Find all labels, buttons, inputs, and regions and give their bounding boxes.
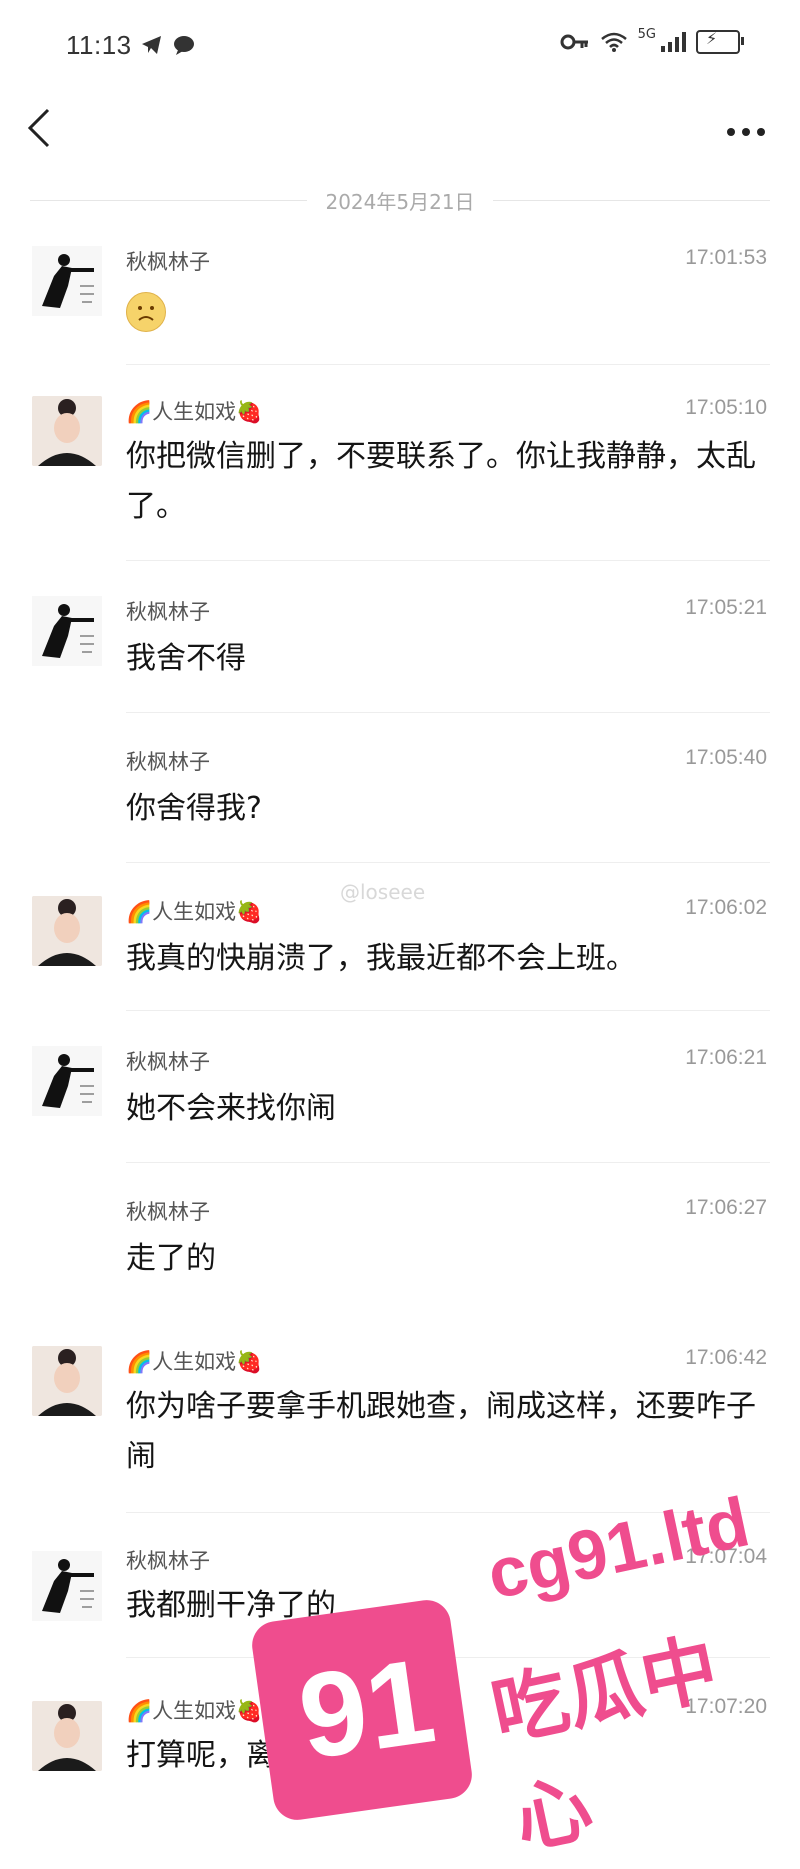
sad-face-icon bbox=[126, 292, 166, 332]
avatar-figure-icon bbox=[42, 604, 94, 658]
avatar[interactable] bbox=[32, 596, 102, 666]
sender-name: 秋枫林子 bbox=[126, 1200, 210, 1224]
avatar-portrait-icon bbox=[32, 1701, 102, 1771]
more-dots-icon bbox=[727, 128, 765, 136]
sender-name: 🌈人生如戏🍓 bbox=[126, 900, 263, 924]
battery-charging-icon: ⚡ bbox=[696, 29, 744, 54]
avatar[interactable] bbox=[32, 1551, 102, 1621]
telegram-icon bbox=[142, 36, 161, 54]
message-separator bbox=[126, 1162, 770, 1163]
message-time: 17:01:53 bbox=[685, 246, 767, 269]
sender-name: 秋枫林子 bbox=[126, 1050, 210, 1074]
date-label: 2024年5月21日 bbox=[325, 189, 475, 214]
message-time: 17:06:02 bbox=[685, 896, 767, 919]
sender-name: 🌈人生如戏🍓 bbox=[126, 1350, 263, 1374]
avatar-figure-icon bbox=[42, 1559, 94, 1613]
divider-line-left bbox=[30, 199, 308, 201]
chat-header bbox=[0, 96, 800, 168]
message-separator bbox=[126, 712, 770, 713]
avatar-portrait-icon bbox=[32, 1346, 102, 1416]
message-text: 你舍得我? bbox=[126, 791, 262, 826]
message-text: 你把微信删了，不要联系了。你让我静静，太乱了。 bbox=[126, 439, 756, 524]
sender-name: 秋枫林子 bbox=[126, 250, 210, 274]
message-time: 17:05:21 bbox=[685, 596, 767, 619]
message-separator bbox=[126, 560, 770, 561]
divider-line-right bbox=[492, 199, 771, 201]
avatar[interactable] bbox=[32, 246, 102, 316]
sender-name: 秋枫林子 bbox=[126, 750, 210, 774]
brand-logo-number: 91 bbox=[291, 1633, 443, 1785]
avatar[interactable] bbox=[32, 396, 102, 466]
sender-name: 🌈人生如戏🍓 bbox=[126, 400, 263, 424]
message-time: 17:06:27 bbox=[685, 1196, 767, 1219]
avatar-figure-icon bbox=[42, 1054, 94, 1108]
avatar[interactable] bbox=[32, 896, 102, 966]
message-time: 17:05:40 bbox=[685, 746, 767, 769]
message-time: 17:05:10 bbox=[685, 396, 767, 419]
wifi-icon bbox=[600, 32, 627, 52]
avatar[interactable] bbox=[32, 1346, 102, 1416]
message-separator bbox=[126, 364, 770, 365]
message-text: 我舍不得 bbox=[126, 641, 246, 676]
message-time: 17:06:21 bbox=[685, 1046, 767, 1069]
message-text: 走了的 bbox=[126, 1241, 216, 1276]
more-options-button[interactable] bbox=[726, 110, 766, 145]
message-separator bbox=[126, 862, 770, 863]
chat-bubble-icon bbox=[174, 36, 194, 55]
avatar[interactable] bbox=[32, 1701, 102, 1771]
status-time: 11:13 bbox=[66, 30, 132, 60]
chevron-left-icon bbox=[27, 108, 50, 148]
message-text: 你为啥子要拿手机跟她查，闹成这样，还要咋子闹 bbox=[126, 1389, 756, 1474]
weibo-watermark: @loseee bbox=[340, 880, 426, 904]
brand-name-watermark: 吃瓜中心 bbox=[483, 1622, 726, 1865]
status-bar: 11:13 5G ⚡ bbox=[0, 0, 800, 96]
status-notification-icons bbox=[140, 33, 196, 57]
sender-name: 秋枫林子 bbox=[126, 1549, 210, 1573]
message-separator bbox=[126, 1010, 770, 1011]
network-type-label: 5G bbox=[637, 26, 656, 42]
date-divider: 2024年5月21日 bbox=[30, 185, 771, 215]
avatar-figure-icon bbox=[42, 254, 94, 308]
avatar[interactable] bbox=[32, 1046, 102, 1116]
sender-name: 🌈人生如戏🍓 bbox=[126, 1699, 263, 1723]
key-icon bbox=[560, 34, 588, 50]
status-system-icons: 5G ⚡ bbox=[560, 26, 744, 54]
avatar-portrait-icon bbox=[32, 896, 102, 966]
message-text: 我真的快崩溃了，我最近都不会上班。 bbox=[126, 941, 636, 976]
message-text: 她不会来找你闹 bbox=[126, 1091, 336, 1126]
message-time: 17:06:42 bbox=[685, 1346, 767, 1369]
back-button[interactable] bbox=[24, 106, 64, 156]
avatar-portrait-icon bbox=[32, 396, 102, 466]
signal-icon bbox=[661, 32, 686, 52]
sender-name: 秋枫林子 bbox=[126, 600, 210, 624]
